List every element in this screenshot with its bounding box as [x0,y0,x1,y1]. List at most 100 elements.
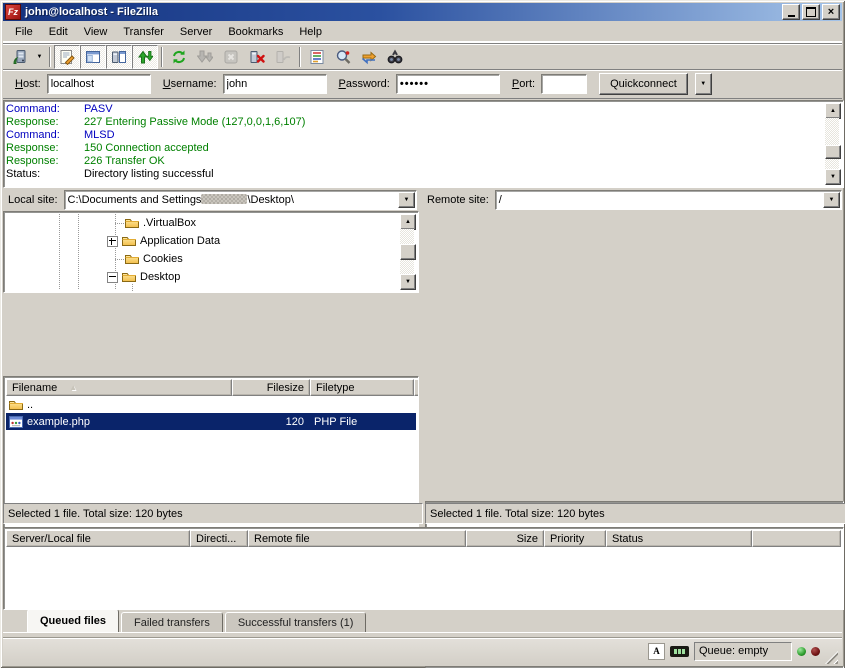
menu-edit[interactable]: Edit [41,23,76,41]
close-button[interactable]: × [822,4,840,20]
find-files-button[interactable] [382,45,408,69]
local-list-header: Filename▲ Filesize Filetype L [6,379,416,396]
scroll-track[interactable] [825,118,839,170]
tree-item-cookies[interactable]: Cookies [124,250,183,268]
minimize-button[interactable] [782,4,800,20]
log-scrollbar[interactable]: ▲ ▼ [825,103,841,185]
column-header-size[interactable]: Size [466,530,544,547]
scroll-down-button[interactable]: ▼ [400,274,416,290]
filter-button[interactable] [304,45,330,69]
refresh-button[interactable] [166,45,192,69]
host-label: Host: [15,78,41,90]
local-path: C:\Documents and Settings\Desktop\ [65,194,294,206]
disconnect-icon [249,49,265,65]
tree-item-desktop[interactable]: Desktop [107,268,180,286]
combo-dropdown-icon[interactable]: ▼ [823,192,840,208]
local-site-row: Local site: C:\Documents and Settings\De… [6,190,417,210]
toggle-local-tree-button[interactable] [80,45,106,69]
scroll-down-button[interactable]: ▼ [825,169,841,185]
cancel-button [218,45,244,69]
scroll-up-button[interactable]: ▲ [825,103,841,119]
queue-status-badge: Queue: empty [694,642,792,661]
log-line: Response:227 Entering Passive Mode (127,… [6,116,824,129]
host-input[interactable] [48,75,150,93]
toolbar: ▼ [3,43,842,70]
status-bar: A Queue: empty [3,637,842,664]
quickconnect-dropdown[interactable]: ▼ [695,73,712,95]
menu-view[interactable]: View [76,23,116,41]
queue-header: Server/Local file Directi... Remote file… [6,530,841,547]
column-header-server-local-file[interactable]: Server/Local file [6,530,190,547]
tab-queued-files[interactable]: Queued files [27,609,119,632]
column-header-remote-file[interactable]: Remote file [248,530,466,547]
local-site-combobox[interactable]: C:\Documents and Settings\Desktop\ ▼ [64,190,417,210]
password-input[interactable] [397,75,499,93]
remote-site-combobox[interactable]: / ▼ [495,190,842,210]
menu-file[interactable]: File [7,23,41,41]
site-manager-button[interactable] [7,45,33,69]
queue-tabs: Queued files Failed transfers Successful… [3,609,842,633]
toolbar-separator [49,47,51,67]
site-manager-icon [12,49,28,65]
username-input[interactable] [224,75,326,93]
quickconnect-button[interactable]: Quickconnect [599,73,688,95]
maximize-button[interactable] [802,4,820,20]
menu-transfer[interactable]: Transfer [115,23,172,41]
local-tree-icon [85,49,101,65]
file-name: example.php [27,416,90,428]
local-selection-summary: Selected 1 file. Total size: 120 bytes [8,508,183,520]
find-icon [387,49,403,65]
log-line: Response:226 Transfer OK [6,155,824,168]
toolbar-separator [161,47,163,67]
column-header-direction[interactable]: Directi... [190,530,248,547]
log-line: Command:MLSD [6,129,824,142]
column-header-filetype[interactable]: Filetype [310,379,414,396]
local-tree-scrollbar[interactable]: ▲ ▼ [400,214,416,290]
scroll-thumb[interactable] [825,145,841,159]
column-header-lastmodified[interactable]: L [414,379,419,396]
port-input[interactable] [542,75,586,93]
column-header-status[interactable]: Status [606,530,752,547]
filezilla-window: Fz john@localhost - FileZilla × File Edi… [0,0,845,668]
refresh-icon [171,49,187,65]
username-field-wrap [223,74,327,94]
tree-item-application-data[interactable]: Application Data [107,232,220,250]
menu-bookmarks[interactable]: Bookmarks [220,23,291,41]
column-header-priority[interactable]: Priority [544,530,606,547]
remote-path: / [496,194,502,206]
directory-comparison-button[interactable] [330,45,356,69]
toggle-queue-button[interactable] [132,45,158,69]
password-label: Password: [339,78,390,90]
synchronized-browsing-button[interactable] [356,45,382,69]
tree-line [78,212,79,290]
scroll-thumb[interactable] [400,244,416,260]
process-queue-icon [197,49,213,65]
remote-selection-summary: Selected 1 file. Total size: 120 bytes [430,508,605,520]
php-file-icon [8,414,24,430]
log-line: Status:Directory listing successful [6,168,824,181]
column-header-filesize[interactable]: Filesize [232,379,310,396]
site-manager-dropdown[interactable]: ▼ [33,46,46,68]
combo-dropdown-icon[interactable]: ▼ [398,192,415,208]
toggle-message-log-button[interactable] [54,45,80,69]
filter-icon [309,49,325,65]
tab-successful-transfers[interactable]: Successful transfers (1) [225,612,367,632]
disconnect-button[interactable] [244,45,270,69]
expand-plus-icon[interactable] [107,236,118,247]
table-row[interactable]: .. [6,396,416,413]
column-header-filename[interactable]: Filename▲ [6,379,232,396]
table-row-selected[interactable]: example.php 120 PHP File 1 [6,413,416,430]
tree-item-virtualbox[interactable]: .VirtualBox [124,214,196,232]
scroll-up-button[interactable]: ▲ [400,214,416,230]
menu-help[interactable]: Help [291,23,330,41]
toggle-remote-tree-button[interactable] [106,45,132,69]
tab-failed-transfers[interactable]: Failed transfers [121,612,223,632]
menu-server[interactable]: Server [172,23,220,41]
activity-led-red-icon [811,647,820,656]
tree-item-label: Desktop [140,271,180,283]
collapse-minus-icon[interactable] [107,272,118,283]
datatype-ascii-icon: A [648,643,665,660]
cancel-icon [223,49,239,65]
resize-grip[interactable] [825,651,838,664]
local-directory-tree: .VirtualBox Application Data Cookies Des… [3,211,419,293]
